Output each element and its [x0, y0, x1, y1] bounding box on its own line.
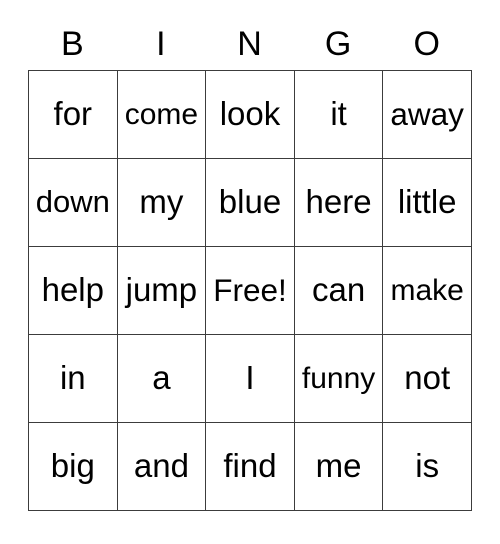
bingo-cell-label: look: [219, 95, 281, 133]
bingo-row: for come look it away: [29, 71, 472, 159]
bingo-cell-label: blue: [218, 183, 282, 221]
bingo-row: help jump Free! can make: [29, 247, 472, 335]
header-letter-b: B: [60, 25, 84, 63]
header-letter-i: I: [156, 25, 166, 63]
bingo-header: B I N G O: [28, 18, 471, 70]
bingo-cell-label: not: [404, 359, 451, 397]
bingo-cell-g2[interactable]: here: [294, 159, 384, 247]
header-letter-o: O: [413, 25, 440, 63]
bingo-cell-g5[interactable]: me: [294, 423, 384, 511]
bingo-cell-g1[interactable]: it: [294, 71, 384, 159]
bingo-cell-n1[interactable]: look: [206, 71, 295, 159]
bingo-cell-label: away: [390, 95, 464, 132]
bingo-cell-o5[interactable]: is: [383, 423, 472, 511]
bingo-cell-label: come: [124, 97, 199, 131]
bingo-cell-o4[interactable]: not: [383, 335, 472, 423]
bingo-cell-label: jump: [125, 271, 198, 309]
bingo-cell-i4[interactable]: a: [117, 335, 207, 423]
bingo-cell-o1[interactable]: away: [383, 71, 472, 159]
header-letter-n: N: [237, 25, 262, 63]
bingo-cell-label: make: [390, 273, 464, 307]
bingo-cell-i3[interactable]: jump: [117, 247, 207, 335]
bingo-cell-i2[interactable]: my: [117, 159, 207, 247]
bingo-grid: for come look it away down my blue here …: [28, 70, 472, 511]
bingo-cell-label: funny: [301, 361, 376, 395]
bingo-cell-b3[interactable]: help: [29, 247, 118, 335]
bingo-cell-label: little: [397, 183, 457, 221]
bingo-row: in a I funny not: [29, 335, 472, 423]
bingo-cell-o2[interactable]: little: [383, 159, 472, 247]
bingo-cell-b4[interactable]: in: [29, 335, 118, 423]
bingo-cell-n5[interactable]: find: [206, 423, 295, 511]
bingo-row: big and find me is: [29, 423, 472, 511]
header-letter-g: G: [324, 25, 352, 63]
bingo-cell-label: is: [415, 447, 440, 485]
bingo-cell-label: and: [133, 447, 189, 485]
bingo-cell-label: find: [223, 447, 277, 485]
bingo-cell-label: my: [139, 183, 184, 221]
bingo-cell-i5[interactable]: and: [117, 423, 207, 511]
bingo-cell-label: in: [59, 359, 86, 397]
bingo-cell-label: help: [41, 271, 104, 309]
bingo-cell-label: a: [152, 359, 171, 397]
bingo-cell-label: big: [50, 447, 95, 485]
bingo-cell-label: me: [315, 447, 362, 485]
bingo-cell-label: down: [35, 184, 110, 220]
bingo-cell-o3[interactable]: make: [383, 247, 472, 335]
bingo-cell-b5[interactable]: big: [29, 423, 118, 511]
bingo-cell-b1[interactable]: for: [29, 71, 118, 159]
bingo-cell-label: it: [330, 95, 347, 133]
bingo-cell-label: I: [245, 359, 255, 397]
bingo-cell-i1[interactable]: come: [117, 71, 207, 159]
bingo-cell-label: here: [305, 183, 372, 221]
bingo-cell-label: Free!: [213, 271, 287, 308]
bingo-cell-n4[interactable]: I: [206, 335, 295, 423]
bingo-cell-label: for: [53, 95, 93, 133]
bingo-cell-g4[interactable]: funny: [294, 335, 384, 423]
bingo-cell-g3[interactable]: can: [294, 247, 384, 335]
bingo-row: down my blue here little: [29, 159, 472, 247]
bingo-card: B I N G O for come look it away down my …: [28, 18, 472, 511]
bingo-cell-b2[interactable]: down: [29, 159, 118, 247]
bingo-cell-label: can: [311, 271, 366, 309]
bingo-cell-n2[interactable]: blue: [206, 159, 295, 247]
bingo-cell-free-space[interactable]: Free!: [206, 247, 295, 335]
